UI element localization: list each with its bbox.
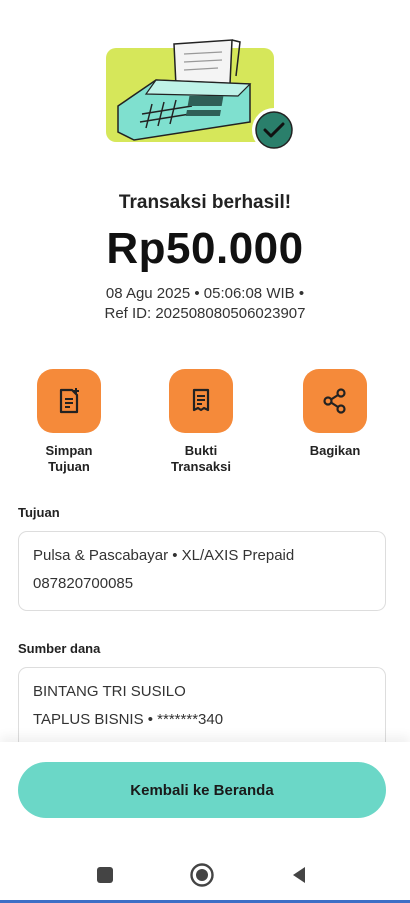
receipt-label-2: Transaksi (171, 459, 231, 474)
success-title: Transaksi berhasil! (118, 192, 292, 213)
system-navbar (0, 858, 410, 892)
back-to-home-button[interactable]: Kembali ke Beranda (18, 762, 386, 818)
share-icon (323, 388, 346, 414)
transaction-ref-id: Ref ID: 202508080506023907 (104, 305, 306, 322)
save-destination-label-1: Simpan (45, 443, 93, 458)
transaction-datetime: 08 Agu 2025 • 05:06:08 WIB • (105, 285, 305, 302)
share-label: Bagikan (309, 443, 361, 458)
receipt-label-1: Bukti (184, 443, 218, 458)
back-triangle-icon[interactable] (282, 858, 316, 892)
destination-product: Pulsa & Pascabayar • XL/AXIS Prepaid (33, 547, 295, 564)
transaction-amount: Rp50.000 (106, 224, 304, 273)
save-destination-button[interactable] (37, 369, 101, 433)
receipt-action[interactable]: Bukti Transaksi (146, 369, 256, 475)
share-action[interactable]: Bagikan (280, 369, 390, 459)
destination-card: Pulsa & Pascabayar • XL/AXIS Prepaid 087… (18, 531, 386, 611)
save-note-icon (59, 388, 79, 414)
recent-apps-icon[interactable] (88, 858, 122, 892)
destination-number: 087820700085 (33, 575, 134, 592)
save-destination-label-2: Tujuan (48, 459, 90, 474)
success-register-illustration (106, 39, 296, 152)
share-button[interactable] (303, 369, 367, 433)
save-destination-action[interactable]: Simpan Tujuan (14, 369, 124, 475)
home-circle-icon[interactable] (185, 858, 219, 892)
receipt-button[interactable] (169, 369, 233, 433)
source-section-label: Sumber dana (18, 641, 101, 656)
destination-section-label: Tujuan (18, 505, 60, 520)
transaction-meta: 08 Agu 2025 • 05:06:08 WIB • Ref ID: 202… (0, 284, 410, 324)
source-account-name: BINTANG TRI SUSILO (33, 683, 186, 700)
action-row: Simpan Tujuan Bukti Transaksi Bagikan (0, 369, 410, 479)
receipt-icon (192, 388, 210, 412)
source-account-number: TAPLUS BISNIS • *******340 (33, 711, 224, 728)
